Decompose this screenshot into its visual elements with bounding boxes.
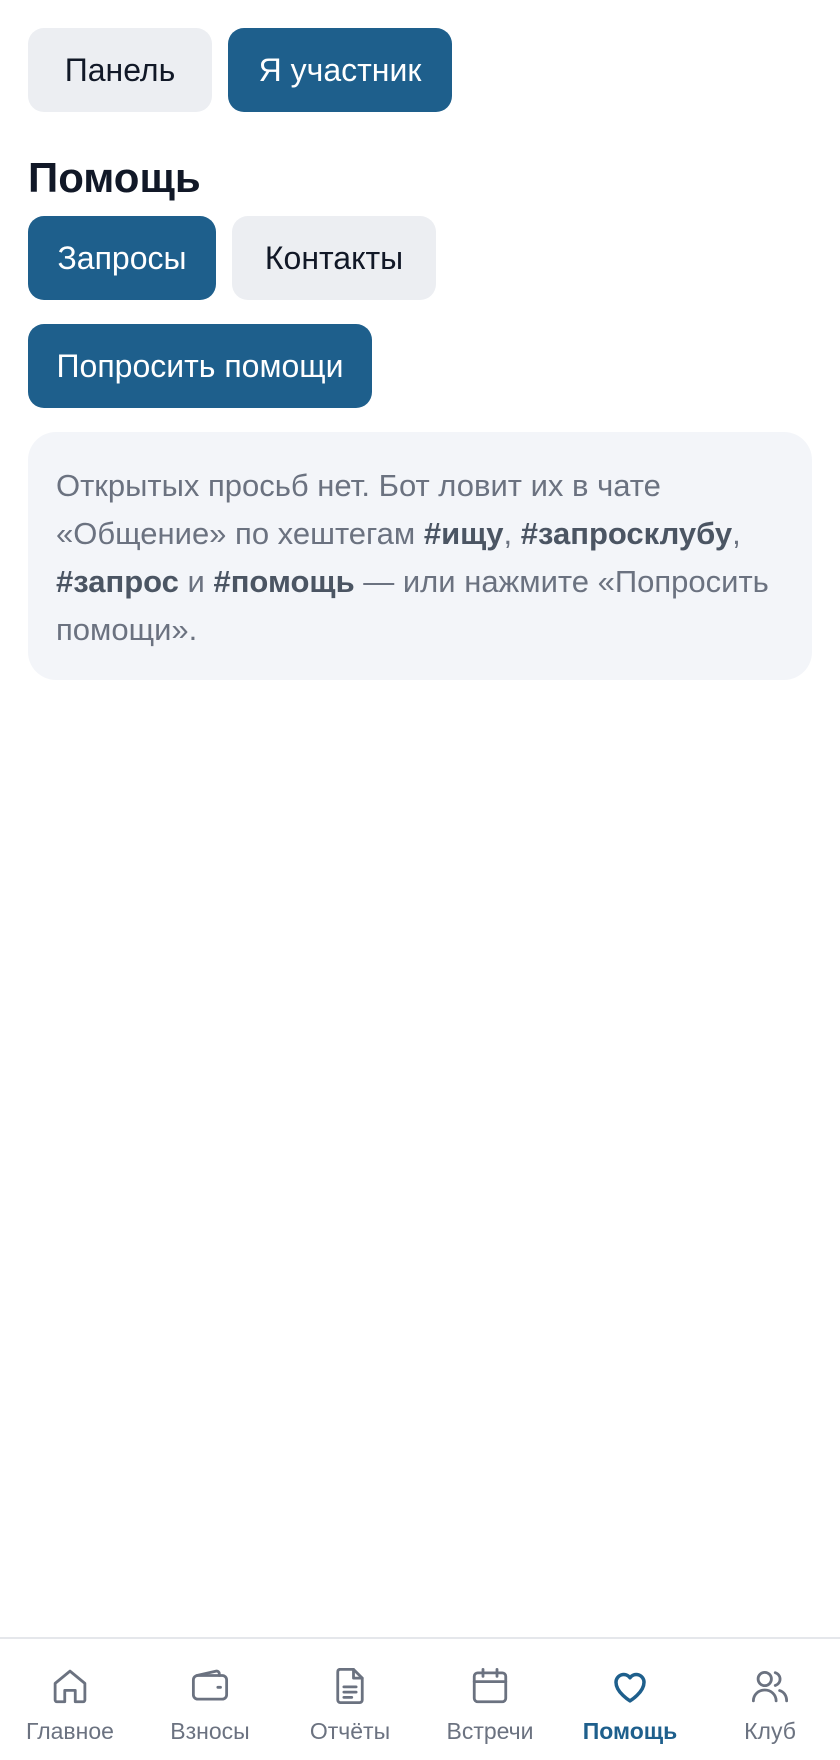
panel-button[interactable]: Панель bbox=[28, 28, 212, 112]
hashtag-pomoshch: #помощь bbox=[213, 564, 355, 599]
empty-state-card: Открытых просьб нет. Бот ловит их в чате… bbox=[28, 432, 812, 680]
member-button[interactable]: Я участник bbox=[228, 28, 452, 112]
heart-icon bbox=[609, 1665, 651, 1707]
nav-label: Отчёты bbox=[309, 1718, 391, 1744]
nav-item-home[interactable]: Главное bbox=[0, 1639, 140, 1760]
users-icon bbox=[749, 1665, 791, 1707]
nav-item-club[interactable]: Клуб bbox=[700, 1639, 840, 1760]
hashtag-zapros: #запрос bbox=[56, 564, 179, 599]
nav-label: Главное bbox=[26, 1718, 114, 1744]
empty-state-text: Открытых просьб нет. Бот ловит их в чате… bbox=[56, 462, 784, 654]
nav-label: Взносы bbox=[170, 1718, 250, 1744]
page-title: Помощь bbox=[28, 154, 201, 201]
tab-requests[interactable]: Запросы bbox=[28, 216, 216, 300]
nav-item-fees[interactable]: Взносы bbox=[140, 1639, 280, 1760]
calendar-icon bbox=[469, 1665, 511, 1707]
nav-item-meetings[interactable]: Встречи bbox=[420, 1639, 560, 1760]
help-tabs: Запросы Контакты bbox=[28, 216, 436, 300]
nav-label: Встречи bbox=[446, 1718, 534, 1744]
home-icon bbox=[49, 1665, 91, 1707]
help-page: Панель Я участник Помощь Запросы Контакт… bbox=[0, 0, 840, 1760]
nav-label: Помощь bbox=[582, 1718, 678, 1744]
document-icon bbox=[329, 1665, 371, 1707]
hashtag-zaprosklubu: #запросклубу bbox=[520, 516, 733, 551]
bottom-nav: Главное Взносы Отчёты Встречи Помощь Клу… bbox=[0, 1637, 840, 1760]
nav-item-help[interactable]: Помощь bbox=[560, 1639, 700, 1760]
hashtag-ishchu: #ищу bbox=[423, 516, 504, 551]
separator: и bbox=[178, 564, 214, 599]
nav-item-reports[interactable]: Отчёты bbox=[280, 1639, 420, 1760]
tab-contacts[interactable]: Контакты bbox=[232, 216, 436, 300]
mode-switch: Панель Я участник bbox=[28, 28, 452, 112]
separator: , bbox=[732, 516, 741, 551]
nav-label: Клуб bbox=[744, 1718, 796, 1744]
separator: , bbox=[503, 516, 521, 551]
ask-help-button[interactable]: Попросить помощи bbox=[28, 324, 372, 408]
wallet-icon bbox=[189, 1665, 231, 1707]
